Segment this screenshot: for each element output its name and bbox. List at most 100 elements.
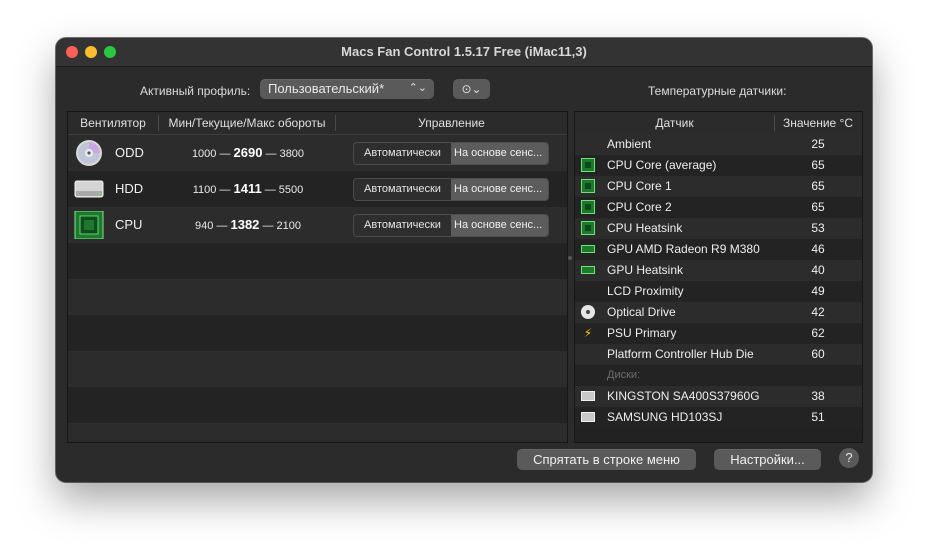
sensor-row[interactable]: ⚡ PSU Primary 62 — [575, 323, 862, 344]
ellipsis-circle-icon: ⊙⌄ — [461, 82, 482, 96]
fans-table: Вентилятор Мин/Текущие/Макс обороты Упра… — [67, 111, 568, 443]
cpu-chip-icon — [581, 179, 595, 193]
empty-row — [68, 279, 567, 315]
empty-row — [68, 243, 567, 279]
settings-button[interactable]: Настройки... — [714, 449, 821, 470]
window-title: Macs Fan Control 1.5.17 Free (iMac11,3) — [341, 44, 587, 59]
fan-row-odd[interactable]: ODD 1000 — 2690 — 3800 Автоматически На … — [68, 135, 567, 171]
hide-in-menu-bar-button[interactable]: Спрятать в строке меню — [517, 449, 696, 470]
sensors-table: Датчик Значение °C Ambient 25 CPU Core (… — [574, 111, 863, 443]
empty-row — [68, 351, 567, 387]
fan-current-rpm: 2690 — [233, 145, 263, 160]
fan-max-rpm: — 2100 — [262, 220, 301, 232]
fan-rpm: 1000 — 2690 — 3800 — [168, 145, 328, 160]
sensor-row[interactable]: Platform Controller Hub Die 60 — [575, 344, 862, 365]
column-header-control[interactable]: Управление — [336, 116, 567, 130]
sensor-value: 25 — [811, 137, 825, 151]
sensor-name: Optical Drive — [607, 305, 676, 319]
gpu-card-icon — [581, 266, 595, 274]
cpu-chip-icon — [74, 211, 104, 239]
fan-control-segmented: Автоматически На основе сенс... — [353, 142, 549, 165]
sensor-row[interactable]: Optical Drive 42 — [575, 302, 862, 323]
sensor-value: 65 — [811, 200, 825, 214]
sensor-value: 42 — [811, 305, 825, 319]
chevron-updown-icon: ⌃⌄ — [408, 82, 427, 94]
sensor-value: 65 — [811, 158, 825, 172]
sensor-name: CPU Core 2 — [607, 200, 672, 214]
title-bar: Macs Fan Control 1.5.17 Free (iMac11,3) — [56, 38, 872, 67]
sensor-value: 40 — [811, 263, 825, 277]
sensor-row[interactable]: GPU Heatsink 40 — [575, 260, 862, 281]
sensor-row[interactable]: KINGSTON SA400S37960G 38 — [575, 386, 862, 407]
fan-row-hdd[interactable]: HDD 1100 — 1411 — 5500 Автоматически На … — [68, 171, 567, 207]
column-header-fan[interactable]: Вентилятор — [68, 116, 158, 130]
sensor-name: Ambient — [607, 137, 652, 151]
help-button[interactable]: ? — [839, 448, 859, 468]
sensor-group-row: Диски: — [575, 365, 862, 386]
fan-control-segmented: Автоматически На основе сенс... — [353, 214, 549, 237]
column-header-sensor[interactable]: Датчик — [575, 116, 774, 130]
fan-current-rpm: 1382 — [230, 217, 260, 232]
sensor-row[interactable]: CPU Core 2 65 — [575, 197, 862, 218]
sensor-row[interactable]: Ambient 25 — [575, 134, 862, 155]
optical-disc-icon — [76, 140, 102, 166]
sensor-value: 62 — [811, 326, 825, 340]
disks-group-label: Диски: — [607, 369, 641, 381]
column-header-value[interactable]: Значение °C — [775, 116, 861, 130]
auto-control-button[interactable]: Автоматически — [354, 215, 451, 236]
sensor-value: 46 — [811, 242, 825, 256]
sensor-name: SAMSUNG HD103SJ — [607, 410, 723, 424]
fan-name: ODD — [115, 145, 144, 160]
auto-control-button[interactable]: Автоматически — [354, 179, 451, 200]
sensor-value: 38 — [811, 389, 825, 403]
split-view-divider[interactable] — [568, 256, 572, 260]
auto-control-button[interactable]: Автоматически — [354, 143, 451, 164]
optical-disc-icon — [581, 305, 595, 319]
temperature-sensors-label: Температурные датчики: — [648, 84, 787, 98]
gpu-card-icon — [581, 245, 595, 253]
sensor-name: LCD Proximity — [607, 284, 684, 298]
empty-row — [68, 315, 567, 351]
hard-drive-icon — [74, 180, 104, 198]
cpu-chip-icon — [581, 158, 595, 172]
profile-options-button[interactable]: ⊙⌄ — [453, 79, 490, 99]
sensor-name: PSU Primary — [607, 326, 677, 340]
sensor-name: GPU AMD Radeon R9 M380 — [607, 242, 760, 256]
sensors-table-header: Датчик Значение °C — [575, 112, 862, 135]
profile-select[interactable]: Пользовательский* ⌃⌄ — [260, 79, 434, 99]
sensor-row[interactable]: CPU Core 1 65 — [575, 176, 862, 197]
fan-name: HDD — [115, 181, 144, 196]
hard-drive-icon — [581, 412, 595, 422]
fan-min-rpm: 1000 — — [191, 148, 231, 160]
sensor-row[interactable]: GPU AMD Radeon R9 M380 46 — [575, 239, 862, 260]
sensor-name: Platform Controller Hub Die — [607, 347, 754, 361]
empty-row — [68, 423, 567, 442]
fan-rpm: 1100 — 1411 — 5500 — [168, 181, 328, 196]
sensor-row[interactable]: SAMSUNG HD103SJ 51 — [575, 407, 862, 428]
sensor-based-control-button[interactable]: На основе сенс... — [451, 143, 548, 164]
fan-name: CPU — [115, 217, 143, 232]
empty-row — [68, 387, 567, 423]
sensor-value: 53 — [811, 221, 825, 235]
sensor-name: KINGSTON SA400S37960G — [607, 389, 760, 403]
sensor-value: 49 — [811, 284, 825, 298]
sensor-based-control-button[interactable]: На основе сенс... — [451, 215, 548, 236]
fan-row-cpu[interactable]: CPU 940 — 1382 — 2100 Автоматически На о… — [68, 207, 567, 243]
sensor-row[interactable]: CPU Core (average) 65 — [575, 155, 862, 176]
sensor-row[interactable]: CPU Heatsink 53 — [575, 218, 862, 239]
sensor-name: GPU Heatsink — [607, 263, 684, 277]
active-profile-label: Активный профиль: — [140, 84, 251, 98]
fan-control-segmented: Автоматически На основе сенс... — [353, 178, 549, 201]
column-header-rpm[interactable]: Мин/Текущие/Макс обороты — [159, 116, 335, 130]
sensor-based-control-button[interactable]: На основе сенс... — [451, 179, 548, 200]
sensor-value: 65 — [811, 179, 825, 193]
sensor-value: 51 — [811, 410, 825, 424]
fan-min-rpm: 1100 — — [192, 184, 231, 196]
sensor-name: CPU Core 1 — [607, 179, 672, 193]
sensor-value: 60 — [811, 347, 825, 361]
cpu-chip-icon — [581, 221, 595, 235]
sensor-name: CPU Core (average) — [607, 158, 717, 172]
app-window: Macs Fan Control 1.5.17 Free (iMac11,3) … — [56, 38, 872, 482]
sensor-row[interactable]: LCD Proximity 49 — [575, 281, 862, 302]
fan-max-rpm: — 5500 — [264, 184, 304, 196]
